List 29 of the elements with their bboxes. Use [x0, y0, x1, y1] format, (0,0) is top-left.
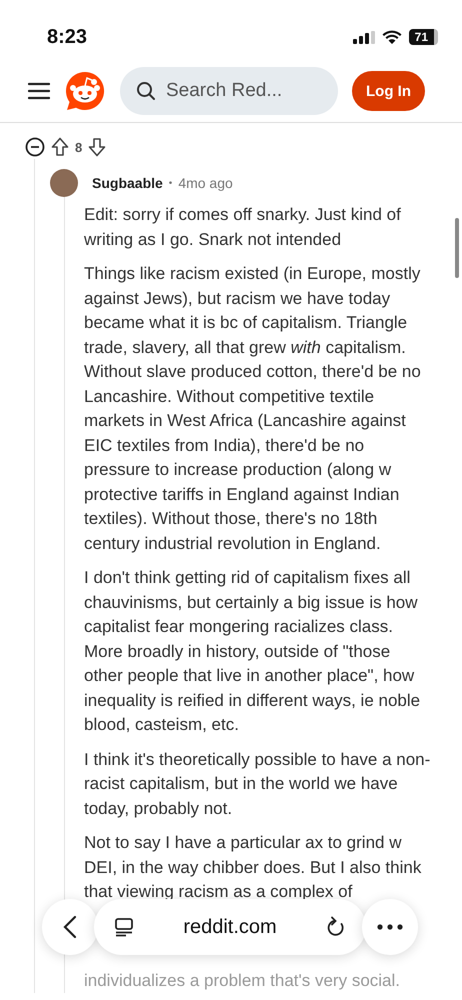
comment-text: individualizes a problem that's very social. [84, 970, 402, 992]
reload-icon[interactable] [326, 916, 346, 938]
more-icon [377, 924, 403, 930]
signal-icon [352, 30, 375, 44]
login-button[interactable]: Log In [352, 71, 425, 111]
comment-time: 4mo ago [178, 175, 233, 191]
comment-author[interactable]: Sugbaable [92, 175, 163, 191]
url-text[interactable]: reddit.com [183, 916, 277, 938]
search-input[interactable]: Search Red... [166, 69, 322, 113]
collapse-icon[interactable] [25, 137, 45, 157]
status-time: 8:23 [47, 26, 88, 48]
separator-dot: • [168, 178, 172, 188]
upvote-icon[interactable] [51, 137, 69, 157]
comment-paragraph: I don't think getting rid of capitalism fixes all chauvinisms, but certainly a big issue is how capitalist fear mongering racializes class. More broadly in history, outside of "those other people that live in another place", how inequality is reified in different ways, ie noble blood, casteism, etc. [84, 567, 422, 736]
logo-icon[interactable] [64, 71, 106, 111]
back-icon [63, 915, 77, 939]
vote-count: 8 [75, 140, 82, 154]
comment-paragraph: I think it's theoretically possible to have a non-racist capitalism, but in the world we have today, probably not. [84, 748, 432, 820]
address-bar[interactable]: reddit.com [94, 899, 366, 955]
menu-icon[interactable] [28, 82, 50, 100]
wifi-icon [382, 30, 402, 44]
search-field[interactable]: Search Red... [120, 67, 338, 115]
battery-level: 71 [408, 29, 438, 45]
avatar[interactable] [50, 169, 78, 197]
search-icon [136, 81, 156, 101]
tabs-icon[interactable] [114, 917, 134, 937]
comment-paragraph: Edit: sorry if comes off snarky. Just kind of writing as I go. Snark not intended [84, 204, 402, 250]
downvote-icon[interactable] [88, 137, 106, 157]
comment-paragraph: Things like racism existed (in Europe, mostly against Jews), but racism we have today became what it is bc of capitalism. Triangle trade, slavery, all that grew with capitalism. Without slave produced cotton, there'd be no Lancashire. Without competitive textile markets in West Africa (Lancashire against EIC textiles from India), there'd be no pressure to increase production (along w protective tariffs in England against Indian textiles). Without those, there's no 18th century industrial revolution in England. [84, 263, 422, 554]
